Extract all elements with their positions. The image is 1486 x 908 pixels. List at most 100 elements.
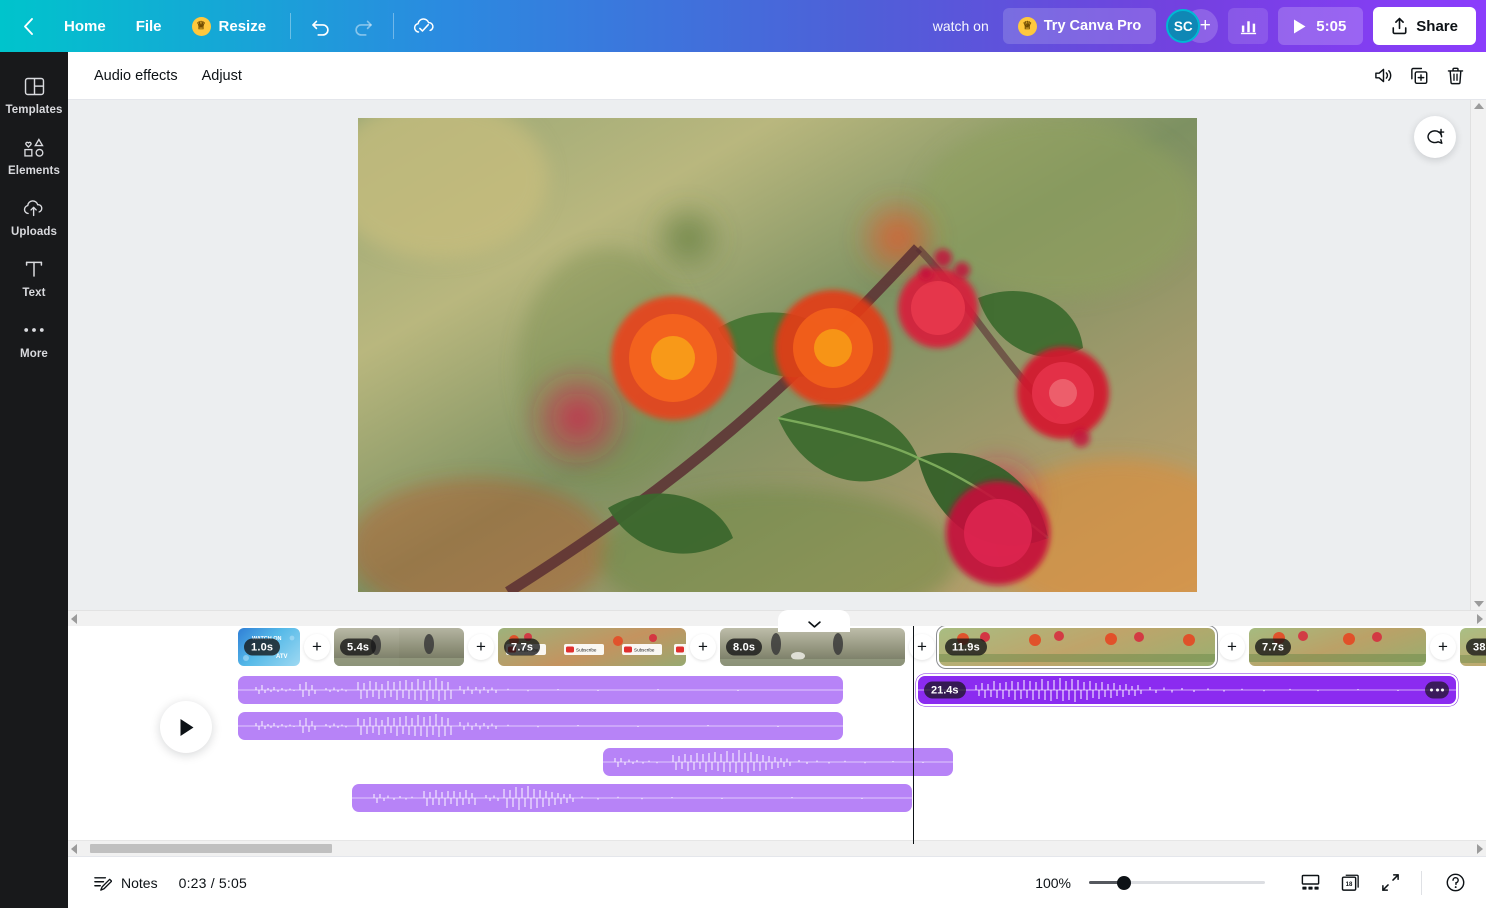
flower-photo <box>358 118 1197 592</box>
undo-button[interactable] <box>301 8 341 44</box>
scroll-down-arrow-icon[interactable] <box>1474 601 1484 607</box>
design-page-preview[interactable] <box>358 118 1197 592</box>
scroll-up-arrow-icon[interactable] <box>1474 103 1484 109</box>
sidebar-item-templates[interactable]: Templates <box>4 66 64 123</box>
redo-icon <box>352 15 374 37</box>
file-menu-button[interactable]: File <box>122 8 176 44</box>
saved-status-button[interactable] <box>404 8 444 44</box>
playhead[interactable] <box>913 626 914 844</box>
undo-icon <box>310 15 332 37</box>
more-options-icon <box>1430 689 1433 692</box>
resize-button[interactable]: ♕ Resize <box>178 8 281 44</box>
sidebar-item-label: Uploads <box>11 226 57 238</box>
elements-shapes-icon <box>23 136 46 158</box>
more-dots-icon <box>23 319 45 341</box>
scroll-right-arrow-icon[interactable] <box>1477 614 1483 624</box>
canvas-area[interactable] <box>68 100 1486 610</box>
waveform <box>918 676 1456 704</box>
cloud-check-icon <box>412 15 436 37</box>
delete-button[interactable] <box>1438 59 1472 93</box>
sidebar-item-text[interactable]: Text <box>4 249 64 306</box>
timeline-scroll-area[interactable]: WATCH ON ATV 1.0s + <box>68 626 1486 856</box>
video-clip-selected[interactable]: 11.9s <box>939 628 1215 666</box>
avatar-initials: SC <box>1174 19 1193 34</box>
pages-button[interactable]: 18 <box>1333 866 1367 900</box>
canvas-horizontal-scrollbar[interactable] <box>68 610 1486 626</box>
editor-main-column: Audio effects Adjust <box>68 52 1486 908</box>
redo-button[interactable] <box>343 8 383 44</box>
adjust-button[interactable]: Adjust <box>190 61 254 91</box>
share-label: Share <box>1416 18 1458 35</box>
clip-duration-badge: 8.0s <box>726 639 762 656</box>
present-button[interactable]: 5:05 <box>1278 7 1363 45</box>
scroll-right-arrow-icon[interactable] <box>1477 844 1483 854</box>
timeline-scroll-thumb[interactable] <box>90 844 332 853</box>
audio-clip[interactable] <box>352 784 912 812</box>
audio-clip[interactable] <box>238 676 843 704</box>
add-transition-button[interactable]: + <box>1430 634 1456 660</box>
insights-button[interactable] <box>1228 8 1268 44</box>
timeline-collapse-toggle[interactable] <box>778 610 850 632</box>
back-button[interactable] <box>8 8 48 44</box>
add-comment-icon <box>1425 127 1446 148</box>
add-transition-button[interactable]: + <box>304 634 330 660</box>
header-left-group: Home File ♕ Resize <box>8 8 444 44</box>
timeline-scrollbar[interactable] <box>68 840 1486 856</box>
pages-count: 18 <box>1345 881 1352 888</box>
notes-icon <box>93 874 112 892</box>
waveform <box>238 676 843 704</box>
clip-options-button[interactable] <box>1425 682 1449 699</box>
add-transition-button[interactable]: + <box>690 634 716 660</box>
left-sidebar-rail: Templates Elements <box>0 52 68 908</box>
audio-effects-button[interactable]: Audio effects <box>82 61 190 91</box>
collaborators-group: + SC <box>1166 9 1218 43</box>
grid-view-icon <box>1300 874 1321 891</box>
help-button[interactable] <box>1438 866 1472 900</box>
video-clip[interactable]: 7.7s <box>1249 628 1426 666</box>
video-clip[interactable]: WATCH ON ATV 1.0s <box>238 628 300 666</box>
header-divider-2 <box>393 13 394 39</box>
video-clip[interactable]: 5.4s <box>334 628 464 666</box>
clip-duration-badge: 1.0s <box>244 639 280 656</box>
sidebar-item-label: More <box>20 348 48 360</box>
sidebar-item-elements[interactable]: Elements <box>4 127 64 184</box>
add-comment-button[interactable] <box>1414 116 1456 158</box>
video-clip[interactable]: 38.2s <box>1460 628 1486 666</box>
waveform <box>238 712 843 740</box>
audio-clip[interactable] <box>238 712 843 740</box>
grid-view-button[interactable] <box>1293 866 1327 900</box>
help-question-icon <box>1445 872 1466 893</box>
zoom-slider[interactable] <box>1089 874 1265 892</box>
timeline-play-button[interactable] <box>160 701 212 753</box>
time-display: 0:23 / 5:05 <box>179 875 247 891</box>
present-duration: 5:05 <box>1316 18 1346 35</box>
play-icon <box>177 717 196 738</box>
audio-clip-selected[interactable]: 21.4s <box>918 676 1456 704</box>
scroll-left-arrow-icon[interactable] <box>71 614 77 624</box>
top-header-bar: Home File ♕ Resize <box>0 0 1486 52</box>
sidebar-item-more[interactable]: More <box>4 310 64 367</box>
fullscreen-button[interactable] <box>1373 866 1407 900</box>
try-canva-pro-button[interactable]: ♕ Try Canva Pro <box>1003 8 1157 44</box>
canvas-vertical-scrollbar[interactable] <box>1470 100 1486 610</box>
home-button[interactable]: Home <box>50 8 120 44</box>
header-divider-1 <box>290 13 291 39</box>
volume-button[interactable] <box>1366 59 1400 93</box>
play-icon <box>1292 18 1307 35</box>
timeline-panel: WATCH ON ATV 1.0s + <box>68 626 1486 856</box>
sidebar-item-uploads[interactable]: Uploads <box>4 188 64 245</box>
bar-chart-icon <box>1239 17 1258 36</box>
video-clip[interactable]: Subscribe Subscribe <box>498 628 686 666</box>
add-transition-button[interactable]: + <box>1219 634 1245 660</box>
scroll-left-arrow-icon[interactable] <box>71 844 77 854</box>
notes-button[interactable]: Notes <box>82 866 169 900</box>
chevron-down-icon <box>807 620 822 629</box>
pages-icon: 18 <box>1340 872 1361 893</box>
duplicate-button[interactable] <box>1402 59 1436 93</box>
audio-clip[interactable] <box>603 748 953 776</box>
add-transition-button[interactable]: + <box>468 634 494 660</box>
clip-duration-badge: 7.7s <box>1255 639 1291 656</box>
video-clip[interactable]: 8.0s <box>720 628 905 666</box>
slider-knob[interactable] <box>1117 876 1131 890</box>
share-button[interactable]: Share <box>1373 7 1476 45</box>
